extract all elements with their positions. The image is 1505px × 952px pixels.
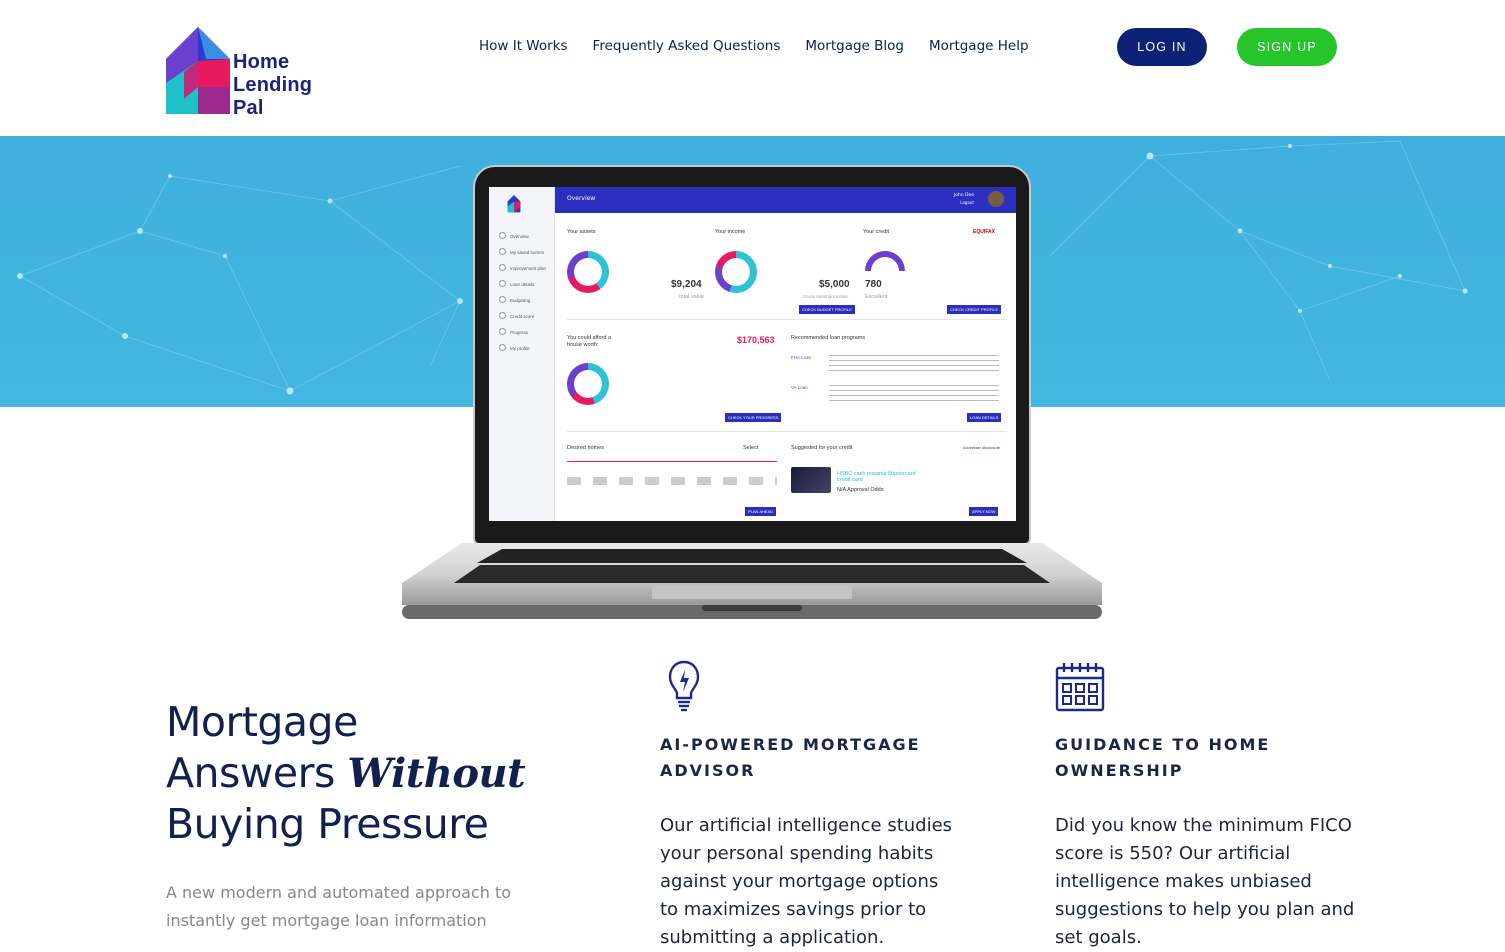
nav-mortgage-blog[interactable]: Mortgage Blog bbox=[805, 38, 904, 54]
hero-subtitle: A new modern and automated approach to i… bbox=[166, 883, 512, 930]
va-loan-label: VA Loan bbox=[791, 385, 808, 390]
hero-title-line-1: Mortgage bbox=[166, 698, 358, 746]
fha-description bbox=[829, 355, 999, 375]
assets-donut bbox=[567, 251, 609, 293]
hero-title-emphasis: Without bbox=[347, 750, 526, 797]
credit-title: Your credit bbox=[863, 229, 890, 235]
side-item-overview[interactable]: Overview bbox=[499, 232, 529, 239]
assets-sub: total value bbox=[679, 294, 705, 300]
laptop-base bbox=[402, 543, 1102, 619]
main-nav: How It Works Frequently Asked Questions … bbox=[479, 38, 1054, 54]
logo[interactable]: Home Lending Pal bbox=[166, 27, 326, 120]
approval-odds: N/A Approval Odds bbox=[837, 487, 884, 493]
income-sub: Gross monthly income bbox=[803, 294, 848, 299]
feature-guidance-title-line-1: GUIDANCE TO HOME bbox=[1055, 735, 1271, 754]
house-logo-icon bbox=[166, 27, 230, 114]
advertiser-link[interactable]: Advertiser disclosure bbox=[963, 445, 1000, 450]
feature-ai-title-line-2: ADVISOR bbox=[660, 761, 756, 780]
check-progress-button[interactable]: CHECK YOUR PROGRESS bbox=[725, 413, 782, 422]
divider bbox=[567, 319, 1007, 320]
nav-how-it-works[interactable]: How It Works bbox=[479, 38, 568, 54]
side-item-profile[interactable]: My profile bbox=[499, 344, 530, 351]
login-button[interactable]: LOG IN bbox=[1117, 28, 1207, 66]
income-value: $5,000 bbox=[819, 279, 850, 290]
table-row bbox=[567, 477, 777, 485]
suggested-title: Suggested for your credit bbox=[791, 445, 853, 451]
assets-value: $9,204 bbox=[671, 279, 702, 290]
feature-guidance-title-line-2: OWNERSHIP bbox=[1055, 761, 1184, 780]
feature-guidance-title: GUIDANCE TO HOME OWNERSHIP bbox=[1055, 732, 1270, 784]
logo-text: Home Lending Pal bbox=[233, 51, 312, 120]
side-item-saved-homes[interactable]: My saved homes bbox=[499, 248, 544, 255]
side-item-credit[interactable]: Credit score bbox=[499, 312, 534, 319]
desired-homes-title: Desired homes bbox=[567, 445, 604, 451]
side-item-budgeting[interactable]: Budgeting bbox=[499, 296, 530, 303]
check-budget-button[interactable]: CHECK BUDGET PROFILE bbox=[799, 305, 855, 314]
feature-guidance-text: Did you know the minimum FICO score is 5… bbox=[1055, 815, 1355, 948]
mini-logo-icon bbox=[507, 195, 521, 213]
divider bbox=[567, 431, 1007, 432]
afford-donut bbox=[567, 363, 609, 405]
avatar[interactable] bbox=[988, 191, 1004, 207]
hero-title-line-2a: Answers bbox=[166, 749, 348, 797]
va-description bbox=[829, 385, 999, 405]
afford-title: You could afford a house worth: bbox=[567, 335, 612, 348]
feature-ai-title: AI-POWERED MORTGAGE ADVISOR bbox=[660, 732, 921, 784]
afford-value: $170,563 bbox=[737, 335, 775, 345]
desired-select[interactable]: Select bbox=[743, 445, 758, 451]
site-header: Home Lending Pal How It Works Frequently… bbox=[0, 0, 1505, 136]
credit-sub: Excellent bbox=[865, 294, 888, 300]
brand-line-3: Pal bbox=[233, 97, 264, 119]
credit-value: 780 bbox=[865, 279, 882, 290]
table-header-line bbox=[567, 461, 777, 462]
income-donut bbox=[715, 251, 757, 293]
dashboard-user: John Doe bbox=[953, 193, 974, 198]
fha-loan-label: FHA Loan bbox=[791, 355, 812, 360]
dashboard-topbar: Overview John Doe Logout bbox=[555, 187, 1016, 213]
dashboard-title: Overview bbox=[567, 195, 596, 202]
hero-title: Mortgage Answers Without Buying Pressure bbox=[166, 697, 526, 850]
brand-line-1: Home bbox=[233, 51, 290, 73]
signup-button[interactable]: SIGN UP bbox=[1237, 28, 1337, 66]
credit-gauge bbox=[865, 251, 905, 271]
laptop-mockup: Overview My saved homes Improvement plan… bbox=[402, 165, 1102, 623]
apply-now-button[interactable]: APPLY NOW bbox=[969, 507, 999, 516]
dashboard-sidebar: Overview My saved homes Improvement plan… bbox=[489, 187, 555, 521]
plan-ahead-button[interactable]: PLAN AHEAD bbox=[745, 507, 777, 516]
loan-details-button[interactable]: LOAN DETAILS bbox=[967, 413, 1002, 422]
brand-line-2: Lending bbox=[233, 74, 313, 96]
laptop-lid: Overview My saved homes Improvement plan… bbox=[473, 165, 1031, 545]
nav-mortgage-help[interactable]: Mortgage Help bbox=[929, 38, 1029, 54]
dashboard-screen: Overview My saved homes Improvement plan… bbox=[489, 187, 1016, 521]
hero-title-line-3: Buying Pressure bbox=[166, 800, 489, 848]
side-item-loan-details[interactable]: Loan details bbox=[499, 280, 534, 287]
equifax-logo: EQUIFAX bbox=[973, 229, 995, 235]
feature-ai-text: Our artificial intelligence studies your… bbox=[660, 815, 953, 948]
lightbulb-icon bbox=[668, 660, 700, 712]
dashboard-logout[interactable]: Logout bbox=[960, 200, 974, 205]
feature-ai-title-line-1: AI-POWERED MORTGAGE bbox=[660, 735, 921, 754]
income-title: Your income bbox=[715, 229, 746, 235]
calendar-icon bbox=[1055, 663, 1105, 712]
loan-title: Recommended loan programs bbox=[791, 335, 865, 341]
nav-faq[interactable]: Frequently Asked Questions bbox=[593, 38, 781, 54]
side-item-progress[interactable]: Progress bbox=[499, 328, 528, 335]
credit-card-image bbox=[791, 467, 831, 493]
card-name[interactable]: HSBC cash rewards Mastercard credit card bbox=[837, 471, 917, 483]
assets-title: Your assets bbox=[567, 229, 596, 235]
check-credit-button[interactable]: CHECK CREDIT PROFILE bbox=[947, 305, 1002, 314]
side-item-improvement[interactable]: Improvement plan bbox=[499, 264, 546, 271]
